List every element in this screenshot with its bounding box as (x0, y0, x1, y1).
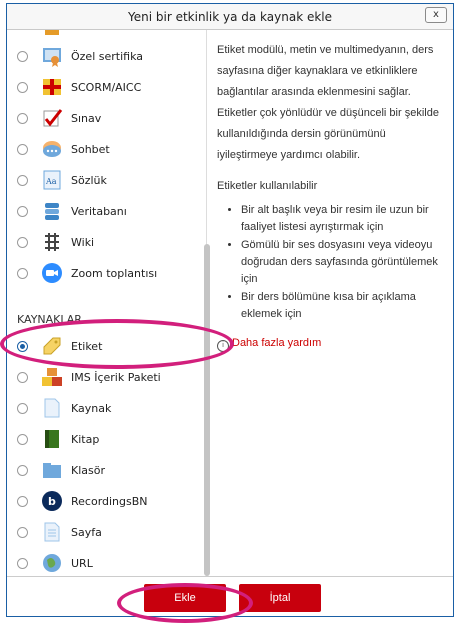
chat-bubble-icon (41, 138, 63, 160)
module-item-klasor[interactable]: Klasör (7, 456, 202, 487)
radio-button[interactable] (17, 82, 28, 93)
module-label: RecordingsBN (71, 495, 148, 508)
add-button[interactable]: Ekle (144, 584, 226, 612)
label-tag-icon (41, 335, 63, 357)
module-label: SCORM/AICC (71, 81, 142, 94)
usage-item: Bir ders bölümüne kısa bir açıklama ekle… (241, 289, 447, 323)
page-icon (41, 521, 63, 543)
recordings-icon: b (41, 490, 63, 512)
url-globe-icon (41, 552, 63, 574)
radio-button[interactable] (17, 403, 28, 414)
module-label: Sohbet (71, 143, 110, 156)
ims-package-icon (41, 366, 63, 388)
radio-button[interactable] (17, 175, 28, 186)
radio-button[interactable] (17, 434, 28, 445)
radio-button[interactable] (17, 558, 28, 569)
cancel-button[interactable]: İptal (239, 584, 321, 612)
module-item-sozluk[interactable]: Aa Sözlük (7, 166, 202, 197)
radio-button[interactable] (17, 113, 28, 124)
module-label: Özel sertifika (71, 50, 143, 63)
module-item-etiket[interactable]: Etiket (7, 332, 202, 363)
info-icon: i (217, 340, 229, 352)
radio-button[interactable] (17, 496, 28, 507)
module-label: Kaynak (71, 402, 112, 415)
module-label: Sözlük (71, 174, 107, 187)
module-item-recordingsbn[interactable]: b RecordingsBN (7, 487, 202, 518)
glossary-icon: Aa (41, 169, 63, 191)
file-icon (41, 397, 63, 419)
radio-button[interactable] (17, 527, 28, 538)
module-label: IMS İçerik Paketi (71, 371, 161, 384)
radio-button[interactable] (17, 268, 28, 279)
certificate-icon (41, 45, 63, 67)
usage-list: Bir alt başlık veya bir resim ile uzun b… (217, 202, 447, 323)
dialog-title: Yeni bir etkinlik ya da kaynak ekle (128, 10, 332, 24)
module-label: Kitap (71, 433, 100, 446)
database-icon (41, 200, 63, 222)
help-link[interactable]: i Daha fazla yardım (217, 337, 447, 352)
usage-item: Bir alt başlık veya bir resim ile uzun b… (241, 202, 447, 236)
zoom-camera-icon (41, 262, 63, 284)
radio-button[interactable] (17, 144, 28, 155)
module-label: Wiki (71, 236, 95, 249)
svg-text:Aa: Aa (45, 177, 57, 186)
module-label: Etiket (71, 340, 103, 353)
close-button[interactable]: x (425, 7, 447, 23)
module-item-veritabani[interactable]: Veritabanı (7, 197, 202, 228)
module-label: Klasör (71, 464, 105, 477)
list-scrollbar[interactable] (204, 244, 210, 576)
book-icon (41, 428, 63, 450)
folder-icon (41, 459, 63, 481)
partial-icon (41, 30, 63, 37)
module-label: Zoom toplantısı (71, 267, 158, 280)
module-item-wiki[interactable]: Wiki (7, 228, 202, 259)
wiki-icon (41, 231, 63, 253)
module-item-scorm[interactable]: SCORM/AICC (7, 73, 202, 104)
module-item-zoom[interactable]: Zoom toplantısı (7, 259, 202, 290)
scorm-package-icon (41, 76, 63, 98)
svg-text:b: b (48, 495, 56, 508)
module-item-kaynak[interactable]: Kaynak (7, 394, 202, 425)
help-link-text[interactable]: Daha fazla yardım (232, 337, 321, 349)
usage-item: Gömülü bir ses dosyasını veya videoyu do… (241, 237, 447, 288)
module-item-sohbet[interactable]: Sohbet (7, 135, 202, 166)
dialog-footer: Ekle İptal (7, 576, 453, 616)
module-item-sinav[interactable]: Sınav (7, 104, 202, 135)
module-label: Veritabanı (71, 205, 127, 218)
module-chooser-list[interactable]: Özel sertifika SCORM/AICC Sınav Sohbet A… (7, 30, 207, 578)
radio-button[interactable] (17, 237, 28, 248)
radio-button-selected[interactable] (17, 341, 28, 352)
description-usage-title: Etiketler kullanılabilir (217, 180, 318, 192)
description-intro: Etiket modülü, metin ve multimedyanın, d… (217, 44, 439, 161)
module-description-panel: Etiket modülü, metin ve multimedyanın, d… (217, 40, 447, 352)
module-item-ims[interactable]: IMS İçerik Paketi (7, 363, 202, 394)
radio-button[interactable] (17, 51, 28, 62)
radio-button[interactable] (17, 465, 28, 476)
module-label: Sayfa (71, 526, 102, 539)
dialog-titlebar: Yeni bir etkinlik ya da kaynak ekle x (7, 4, 453, 30)
radio-button[interactable] (17, 372, 28, 383)
radio-button[interactable] (17, 206, 28, 217)
quiz-checkmark-icon (41, 107, 63, 129)
module-label: Sınav (71, 112, 102, 125)
module-item-sayfa[interactable]: Sayfa (7, 518, 202, 549)
module-label: URL (71, 557, 93, 570)
module-item-url[interactable]: URL (7, 549, 202, 578)
add-activity-dialog: Yeni bir etkinlik ya da kaynak ekle x Öz… (6, 3, 454, 617)
resources-section-header: KAYNAKLAR (17, 313, 82, 326)
module-item-ozel-sertifika[interactable]: Özel sertifika (7, 42, 202, 73)
module-item-kitap[interactable]: Kitap (7, 425, 202, 456)
